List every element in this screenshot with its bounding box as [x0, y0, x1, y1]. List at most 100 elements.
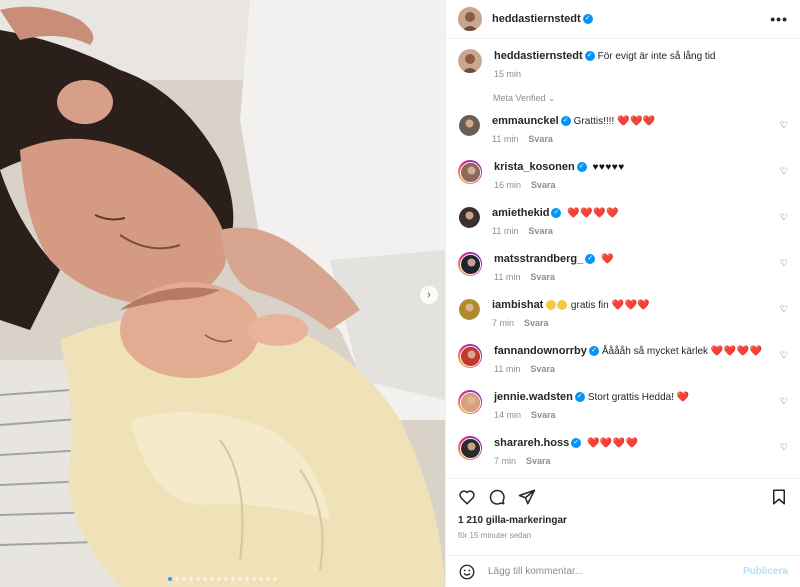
reply-button[interactable]: Svara — [526, 456, 551, 466]
post-actions: 1 210 gilla-markeringar för 15 minuter s… — [446, 478, 800, 555]
comment-body: sharareh.hoss ✓ ❤️❤️❤️❤️ 7 min Svara — [494, 436, 788, 466]
heart-icon[interactable] — [458, 488, 476, 506]
bookmark-icon[interactable] — [770, 488, 788, 506]
comment-time[interactable]: 16 min — [494, 180, 521, 190]
like-comment-icon[interactable]: ♡ — [780, 304, 788, 315]
like-comment-icon[interactable]: ♡ — [780, 166, 788, 177]
comment-time[interactable]: 7 min — [494, 456, 516, 466]
comment-meta: 11 min Svara — [492, 134, 788, 144]
commenter-avatar-image — [460, 254, 480, 274]
comments-list: heddastiernstedt ✓ För evigt är inte så lå… — [446, 39, 800, 478]
carousel-dot — [189, 577, 193, 581]
author-username[interactable]: heddastiernstedt — [492, 13, 581, 25]
comment-meta: 16 min Svara — [494, 180, 788, 190]
commenter-username[interactable]: jennie.wadsten — [494, 391, 573, 403]
comment-body: krista_kosonen ✓ ♥♥♥♥♥ 16 min Svara — [494, 160, 788, 190]
commenter-username[interactable]: sharareh.hoss — [494, 437, 569, 449]
share-icon[interactable] — [518, 488, 536, 506]
comment-time[interactable]: 11 min — [492, 226, 518, 236]
comment-text: matsstrandberg_ ✓ ❤️ — [494, 252, 788, 267]
commenter-avatar[interactable] — [458, 344, 482, 368]
like-comment-icon[interactable]: ♡ — [780, 212, 788, 223]
comment-time[interactable]: 11 min — [494, 272, 520, 282]
commenter-username[interactable]: amiethekid — [492, 207, 549, 219]
reply-button[interactable]: Svara — [528, 134, 553, 144]
commenter-avatar-image — [460, 392, 480, 412]
meta-verified-label[interactable]: Meta Verified ⌄ — [493, 93, 788, 104]
commenter-username[interactable]: iambishat — [492, 299, 543, 311]
author-avatar[interactable] — [458, 7, 482, 31]
reply-button[interactable]: Svara — [530, 364, 555, 374]
comment-row: fannandownorrby ✓ Ååååh så mycket kärlek ❤… — [458, 344, 788, 374]
carousel-dot — [196, 577, 200, 581]
commenter-avatar[interactable] — [458, 390, 482, 414]
caption-time: 15 min — [494, 69, 522, 79]
reply-button[interactable]: Svara — [524, 318, 549, 328]
more-options-icon[interactable]: ••• — [770, 11, 788, 27]
comment-emoji: ❤️❤️❤️❤️ — [586, 438, 639, 449]
post-dialog: › heddastiernstedt ✓ ••• heddastiernsted… — [0, 0, 800, 587]
carousel-dot — [273, 577, 277, 581]
post-timestamp[interactable]: för 15 minuter sedan — [458, 531, 788, 540]
comment-body: iambishat gratis fin ❤️❤️❤️ 7 min Svara — [492, 298, 788, 328]
commenter-avatar[interactable] — [458, 114, 480, 136]
comment-icon[interactable] — [488, 488, 506, 506]
comment-content: Grattis!!!! — [573, 116, 615, 127]
comment-time[interactable]: 7 min — [492, 318, 514, 328]
reply-button[interactable]: Svara — [528, 226, 553, 236]
comment-emoji: ❤️❤️❤️ — [617, 116, 656, 127]
comment-body: matsstrandberg_ ✓ ❤️ 11 min Svara — [494, 252, 788, 282]
comment-time[interactable]: 11 min — [492, 134, 518, 144]
reply-button[interactable]: Svara — [531, 410, 556, 420]
verified-badge-icon: ✓ — [576, 162, 587, 173]
commenter-avatar[interactable] — [458, 436, 482, 460]
caption-username[interactable]: heddastiernstedt — [494, 50, 583, 62]
commenter-avatar[interactable] — [458, 298, 480, 320]
commenter-avatar[interactable] — [458, 252, 482, 276]
comment-emoji: ❤️❤️❤️❤️ — [710, 346, 763, 357]
commenter-avatar[interactable] — [458, 160, 482, 184]
like-comment-icon[interactable]: ♡ — [780, 396, 788, 407]
author-avatar-image — [458, 49, 482, 73]
emoji-icon[interactable] — [458, 563, 476, 581]
comment-input[interactable] — [488, 566, 743, 577]
commenter-username[interactable]: krista_kosonen — [494, 161, 575, 173]
commenter-username[interactable]: fannandownorrby — [494, 345, 587, 357]
commenter-username[interactable]: emmaunckel — [492, 115, 559, 127]
like-comment-icon[interactable]: ♡ — [780, 350, 788, 361]
reply-button[interactable]: Svara — [530, 272, 555, 282]
carousel-dot — [231, 577, 235, 581]
comment-meta: 11 min Svara — [494, 364, 788, 374]
like-comment-icon[interactable]: ♡ — [780, 442, 788, 453]
comment-text: iambishat gratis fin ❤️❤️❤️ — [492, 298, 788, 313]
post-photo[interactable]: › — [0, 0, 445, 587]
comment-time[interactable]: 14 min — [494, 410, 521, 420]
author-avatar[interactable] — [458, 49, 482, 73]
comment-time[interactable]: 11 min — [494, 364, 520, 374]
commenter-username[interactable]: matsstrandberg_ — [494, 253, 583, 265]
caption-content: För evigt är inte så lång tid — [597, 51, 716, 62]
publish-button[interactable]: Publicera — [743, 566, 788, 577]
caption-body: heddastiernstedt ✓ För evigt är inte så lå… — [494, 49, 788, 79]
like-comment-icon[interactable]: ♡ — [780, 258, 788, 269]
verified-badge-icon: ✓ — [588, 346, 599, 357]
commenter-avatar[interactable] — [458, 206, 480, 228]
caption-meta: 15 min — [494, 69, 788, 79]
reply-button[interactable]: Svara — [531, 180, 556, 190]
comment-content: Ååååh så mycket kärlek — [601, 346, 709, 357]
comment-content: gratis fin — [570, 300, 609, 311]
verified-badge-icon: ✓ — [582, 14, 593, 24]
comment-text: sharareh.hoss ✓ ❤️❤️❤️❤️ — [494, 436, 788, 451]
comment-body: fannandownorrby ✓ Ååååh så mycket kärlek ❤… — [494, 344, 788, 374]
verified-badge-icon: ✓ — [571, 438, 582, 449]
comment-row: emmaunckel ✓ Grattis!!!! ❤️❤️❤️ 11 min Svara… — [458, 114, 788, 144]
carousel-next-button[interactable]: › — [420, 286, 438, 304]
comment-emoji: ❤️❤️❤️ — [611, 300, 651, 311]
carousel-dot — [224, 577, 228, 581]
caption-text: heddastiernstedt ✓ För evigt är inte så lå… — [494, 49, 788, 64]
carousel-dot — [203, 577, 207, 581]
like-comment-icon[interactable]: ♡ — [780, 120, 788, 131]
comment-emoji: ❤️ — [676, 392, 690, 403]
carousel-dot — [238, 577, 242, 581]
likes-count[interactable]: 1 210 gilla-markeringar — [458, 515, 788, 526]
